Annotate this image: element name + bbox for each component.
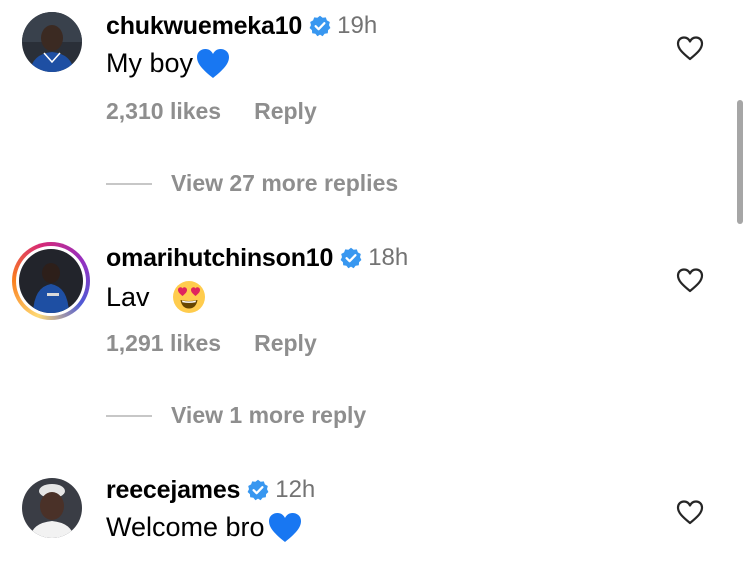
comment-text-row: Lav <box>106 280 206 314</box>
view-replies-button[interactable]: View 1 more reply <box>106 402 366 429</box>
verified-badge-icon <box>247 479 269 501</box>
view-replies-button[interactable]: View 27 more replies <box>106 170 398 197</box>
like-heart-icon[interactable] <box>676 267 704 293</box>
heart-eyes-emoji-icon <box>172 280 206 314</box>
reply-button[interactable]: Reply <box>254 330 317 357</box>
timestamp: 18h <box>368 244 409 271</box>
comment-text: My boy <box>106 48 194 78</box>
avatar[interactable] <box>22 478 82 538</box>
view-replies-label[interactable]: View 27 more replies <box>171 170 398 197</box>
view-replies-label[interactable]: View 1 more reply <box>171 402 366 429</box>
username[interactable]: reecejames <box>106 476 240 505</box>
avatar-image <box>22 478 82 538</box>
username[interactable]: chukwuemeka10 <box>106 12 302 41</box>
avatar-image <box>19 249 83 313</box>
avatar[interactable] <box>22 12 82 72</box>
comment-meta: 1,291 likes Reply <box>106 330 317 357</box>
avatar-image <box>22 12 82 72</box>
timestamp: 12h <box>275 476 316 503</box>
comment-text: Lav <box>106 281 150 312</box>
comment-text-row: Welcome bro <box>106 512 302 543</box>
comments-panel: chukwuemeka10 19h My boy 2,310 likes Rep… <box>0 0 750 563</box>
scrollbar[interactable] <box>737 100 743 224</box>
like-heart-icon[interactable] <box>676 499 704 525</box>
reply-button[interactable]: Reply <box>254 98 317 125</box>
comment-text-row: My boy <box>106 48 230 79</box>
comment-text: Welcome bro <box>106 512 265 542</box>
replies-divider-line <box>106 414 152 417</box>
likes-count[interactable]: 1,291 likes <box>106 330 221 357</box>
timestamp: 19h <box>337 12 378 39</box>
comment-header: chukwuemeka10 19h <box>106 10 377 42</box>
comment-header: omarihutchinson10 18h <box>106 242 408 274</box>
likes-count[interactable]: 2,310 likes <box>106 98 221 125</box>
verified-badge-icon <box>340 247 362 269</box>
comment-header: reecejames 12h <box>106 474 315 506</box>
avatar-story-ring[interactable] <box>12 242 90 320</box>
username[interactable]: omarihutchinson10 <box>106 244 333 273</box>
comment-meta: 2,310 likes Reply <box>106 98 317 125</box>
like-heart-icon[interactable] <box>676 35 704 61</box>
avatar <box>19 249 83 313</box>
replies-divider-line <box>106 182 152 185</box>
verified-badge-icon <box>309 15 331 37</box>
blue-heart-icon <box>196 48 230 79</box>
blue-heart-icon <box>268 512 302 543</box>
